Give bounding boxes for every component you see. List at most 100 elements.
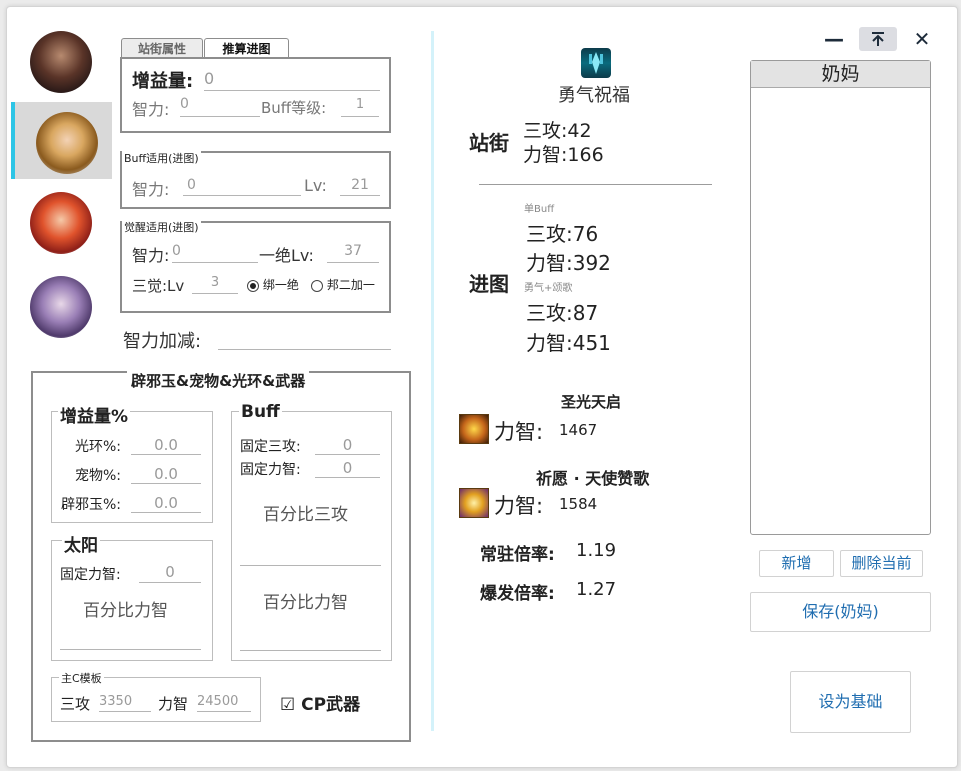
buff-pct-int-label: 百分比力智 bbox=[263, 593, 348, 613]
buff-legend: Buff bbox=[239, 402, 282, 422]
jade-input[interactable]: 0.0 bbox=[131, 494, 201, 513]
tab-street-attributes[interactable]: 站街属性 bbox=[121, 38, 203, 59]
pin-top-icon bbox=[872, 32, 884, 46]
buff-lv-label: Lv: bbox=[304, 176, 327, 195]
aura-input[interactable]: 0.0 bbox=[131, 436, 201, 455]
courage-blessing-skill-icon bbox=[581, 48, 611, 78]
cp-weapon-checkbox[interactable]: ☑ CP武器 bbox=[280, 690, 360, 715]
dungeon-atk1-value: 三攻:76 bbox=[526, 222, 599, 246]
angel-hymn-skill-icon bbox=[459, 488, 489, 518]
skill2-int-label: 力智: bbox=[494, 420, 544, 444]
aura-label: 光环%: bbox=[75, 439, 122, 455]
character-avatar-4[interactable] bbox=[30, 276, 92, 338]
character-avatar-1[interactable] bbox=[30, 31, 92, 93]
sun-pct-int-label: 百分比力智 bbox=[83, 601, 168, 621]
panel-divider bbox=[431, 31, 434, 731]
skill3-int-value: 1584 bbox=[559, 495, 598, 513]
option-bind-two[interactable]: 邦二加一 bbox=[311, 276, 375, 293]
dungeon-int1-value: 力智:392 bbox=[526, 251, 611, 275]
profile-list[interactable]: 奶妈 bbox=[750, 60, 931, 535]
main-c-int-label: 力智 bbox=[158, 695, 189, 713]
buff-dungeon-legend: Buff适用(进图) bbox=[122, 150, 201, 166]
street-int-value: 力智:166 bbox=[523, 144, 604, 166]
awaken-lv3-label: 三觉:Lv bbox=[132, 277, 185, 295]
normal-rate-value: 1.19 bbox=[576, 540, 617, 561]
buff-pct-atk-label: 百分比三攻 bbox=[263, 505, 348, 525]
skill3-name: 祈愿 · 天使赞歌 bbox=[536, 469, 650, 488]
street-label: 站街 bbox=[469, 131, 509, 155]
skill2-name: 圣光天启 bbox=[561, 393, 622, 411]
option-bind-one-label: 绑一绝 bbox=[262, 278, 299, 292]
character-avatar-3[interactable] bbox=[30, 192, 92, 254]
delete-current-button[interactable]: 删除当前 bbox=[840, 550, 923, 577]
pin-top-button[interactable] bbox=[859, 27, 897, 51]
dungeon-atk2-value: 三攻:87 bbox=[526, 301, 599, 325]
selection-indicator bbox=[11, 102, 15, 179]
add-button[interactable]: 新增 bbox=[759, 550, 834, 577]
main-c-legend: 主C模板 bbox=[59, 670, 104, 686]
burst-rate-value: 1.27 bbox=[576, 579, 617, 600]
buff-pct-int-input[interactable] bbox=[240, 628, 381, 651]
save-button[interactable]: 保存(奶妈) bbox=[750, 592, 931, 632]
awaken-int-label: 智力: bbox=[132, 246, 170, 265]
sun-legend: 太阳 bbox=[62, 531, 100, 556]
buff-lv-input[interactable]: 21 bbox=[340, 177, 380, 196]
tab-dungeon-estimate[interactable]: 推算进图 bbox=[204, 38, 289, 59]
buff-int-input[interactable]: 0 bbox=[183, 177, 301, 196]
option-bind-two-label: 邦二加一 bbox=[326, 278, 375, 292]
single-buff-label: 单Buff bbox=[524, 204, 555, 215]
combo-buff-label: 勇气+颂歌 bbox=[524, 283, 573, 294]
gain-label: 增益量: bbox=[132, 71, 194, 92]
awaken-lv3-input[interactable]: 3 bbox=[192, 275, 238, 294]
sword-icon bbox=[589, 52, 603, 74]
sun-fixed-int-label: 固定力智: bbox=[60, 567, 121, 583]
int-label: 智力: bbox=[132, 100, 170, 119]
jade-label: 辟邪玉%: bbox=[61, 497, 122, 513]
pet-input[interactable]: 0.0 bbox=[131, 465, 201, 484]
close-button[interactable]: ✕ bbox=[903, 27, 941, 51]
character-avatar-2[interactable] bbox=[36, 112, 98, 174]
dungeon-int2-value: 力智:451 bbox=[526, 331, 611, 355]
sun-pct-int-input[interactable] bbox=[60, 627, 201, 650]
burst-rate-label: 爆发倍率: bbox=[480, 584, 555, 604]
awaken-int-input[interactable]: 0 bbox=[172, 243, 258, 263]
skill2-int-value: 1467 bbox=[559, 421, 598, 439]
int-adjust-input[interactable] bbox=[218, 327, 391, 350]
set-base-button[interactable]: 设为基础 bbox=[790, 671, 911, 733]
radio-selected-icon bbox=[247, 279, 259, 292]
buff-pct-atk-input[interactable] bbox=[240, 543, 381, 566]
radio-unselected-icon bbox=[311, 279, 323, 292]
profile-list-header[interactable]: 奶妈 bbox=[751, 61, 930, 88]
skill-name: 勇气祝福 bbox=[558, 85, 630, 106]
awaken-lv1-label: 一绝Lv: bbox=[259, 246, 314, 265]
awaken-dungeon-legend: 觉醒适用(进图) bbox=[122, 219, 201, 235]
minimize-icon: — bbox=[824, 27, 844, 51]
minimize-button[interactable]: — bbox=[815, 27, 853, 51]
normal-rate-label: 常驻倍率: bbox=[480, 545, 555, 565]
holy-light-skill-icon bbox=[459, 414, 489, 444]
buff-fixed-int-input[interactable]: 0 bbox=[315, 459, 380, 478]
dungeon-label: 进图 bbox=[469, 272, 509, 296]
buff-fixed-atk-label: 固定三攻: bbox=[240, 439, 301, 455]
street-atk-value: 三攻:42 bbox=[523, 120, 592, 142]
buff-fixed-atk-input[interactable]: 0 bbox=[315, 436, 380, 455]
main-c-atk-input[interactable]: 3350 bbox=[99, 694, 151, 712]
option-bind-one[interactable]: 绑一绝 bbox=[247, 276, 299, 293]
buff-fixed-int-label: 固定力智: bbox=[240, 462, 301, 478]
gain-pct-legend: 增益量% bbox=[58, 402, 131, 427]
pet-label: 宠物%: bbox=[75, 468, 122, 484]
buff-level-label: Buff等级: bbox=[261, 99, 327, 117]
int-adjust-label: 智力加减: bbox=[123, 331, 202, 352]
buff-int-label: 智力: bbox=[132, 180, 170, 199]
equipment-title: 辟邪玉&宠物&光环&武器 bbox=[127, 370, 310, 391]
cp-weapon-label: CP武器 bbox=[301, 695, 361, 715]
main-c-int-input[interactable]: 24500 bbox=[197, 694, 251, 712]
buff-level-input[interactable]: 1 bbox=[341, 97, 379, 117]
skill3-int-label: 力智: bbox=[494, 494, 544, 518]
awaken-lv1-input[interactable]: 37 bbox=[327, 243, 379, 263]
app-window: — ✕ 站街属性 推算进图 增益量: 0 智力: 0 Buff等级: 1 Buf… bbox=[6, 6, 958, 768]
int-input[interactable]: 0 bbox=[180, 96, 260, 117]
gain-input[interactable]: 0 bbox=[204, 69, 380, 91]
sun-fixed-int-input[interactable]: 0 bbox=[139, 563, 201, 583]
checkbox-checked-icon: ☑ bbox=[280, 695, 296, 715]
